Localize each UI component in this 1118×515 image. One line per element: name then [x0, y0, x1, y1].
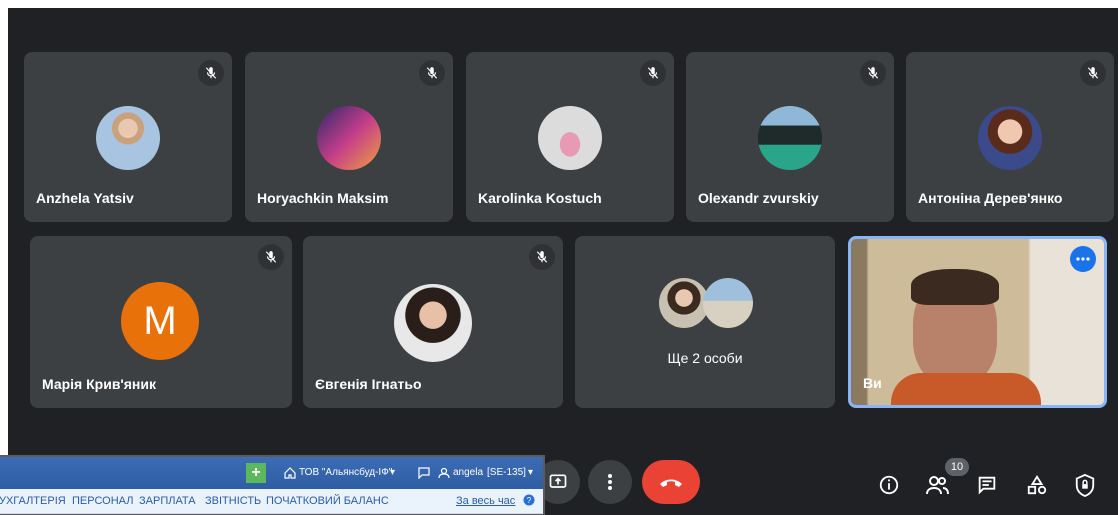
avatar [703, 278, 753, 328]
participant-tile[interactable]: Olexandr zvurskiy [686, 52, 894, 222]
participant-name: Horyachkin Maksim [257, 190, 389, 206]
menu-salary[interactable]: ЗАРПЛАТА [139, 495, 196, 507]
user-name[interactable]: angela [453, 467, 483, 478]
participant-name: Olexandr zvurskiy [698, 190, 819, 206]
participant-tile[interactable]: Anzhela Yatsiv [24, 52, 232, 222]
avatar [317, 106, 381, 170]
participant-tile[interactable]: Karolinka Kostuch [466, 52, 674, 222]
svg-text:?: ? [527, 496, 532, 505]
self-name: Ви [863, 375, 882, 391]
help-icon[interactable]: ? [523, 494, 535, 509]
company-dropdown-icon[interactable]: ▾ [390, 467, 395, 478]
menu-opening-balance[interactable]: ПОЧАТКОВИЙ БАЛАНС [266, 495, 389, 507]
menu-reports[interactable]: ЗВІТНІСТЬ [205, 495, 261, 507]
others-tile[interactable]: Ще 2 особи [575, 236, 835, 408]
people-icon[interactable] [922, 470, 952, 500]
avatar [96, 106, 160, 170]
period-link[interactable]: За весь час [456, 495, 515, 507]
activities-icon[interactable] [1022, 470, 1052, 500]
messages-icon[interactable] [418, 466, 430, 484]
avatar-initial: M [121, 282, 199, 360]
self-shirt [891, 373, 1041, 405]
participant-name: Karolinka Kostuch [478, 190, 602, 206]
mic-off-icon [1080, 60, 1106, 86]
mic-off-icon [640, 60, 666, 86]
company-selector[interactable]: ТОВ "Альянсбуд-ІФ" [299, 467, 392, 478]
app-header-bar: + ТОВ "Альянсбуд-ІФ" ▾ angela [SE-135] ▾ [0, 457, 543, 489]
participant-tile[interactable]: Horyachkin Maksim [245, 52, 453, 222]
chat-icon[interactable] [972, 470, 1002, 500]
home-icon [284, 466, 296, 484]
participant-tile[interactable]: Євгенія Ігнатьо [303, 236, 563, 408]
meeting-stage: Anzhela Yatsiv Horyachkin Maksim Karolin… [8, 8, 1118, 515]
host-controls-icon[interactable] [1070, 470, 1100, 500]
avatar [659, 278, 709, 328]
mic-off-icon [529, 244, 555, 270]
participant-name: Євгенія Ігнатьо [315, 376, 422, 392]
self-video-tile[interactable]: Ви [848, 236, 1107, 408]
app-menu-bar: БУХГАЛТЕРІЯ ПЕРСОНАЛ ЗАРПЛАТА ЗВІТНІСТЬ … [0, 489, 543, 514]
participant-name: Антоніна Дерев'янко [918, 190, 1063, 206]
others-label: Ще 2 особи [667, 350, 743, 366]
add-button[interactable]: + [246, 463, 266, 483]
participant-tile[interactable]: M Марія Крив'яник [30, 236, 292, 408]
menu-accounting[interactable]: БУХГАЛТЕРІЯ [0, 495, 66, 507]
menu-personnel[interactable]: ПЕРСОНАЛ [72, 495, 133, 507]
participant-name: Марія Крив'яник [42, 376, 156, 392]
self-hair [911, 269, 999, 305]
mic-off-icon [258, 244, 284, 270]
more-options-button[interactable] [1070, 246, 1096, 272]
mic-off-icon [419, 60, 445, 86]
mic-off-icon [860, 60, 886, 86]
end-call-button[interactable] [642, 460, 700, 504]
accounting-app-window[interactable]: + ТОВ "Альянсбуд-ІФ" ▾ angela [SE-135] ▾… [0, 455, 545, 515]
avatar [978, 106, 1042, 170]
mic-off-icon [198, 60, 224, 86]
avatar [758, 106, 822, 170]
participant-name: Anzhela Yatsiv [36, 190, 134, 206]
user-code: [SE-135] [487, 467, 526, 478]
user-dropdown-icon[interactable]: ▾ [528, 467, 533, 478]
user-icon [438, 466, 450, 484]
info-icon[interactable] [874, 470, 904, 500]
avatar [394, 284, 472, 362]
avatar [538, 106, 602, 170]
more-options-icon[interactable] [588, 460, 632, 504]
participant-tile[interactable]: Антоніна Дерев'янко [906, 52, 1114, 222]
